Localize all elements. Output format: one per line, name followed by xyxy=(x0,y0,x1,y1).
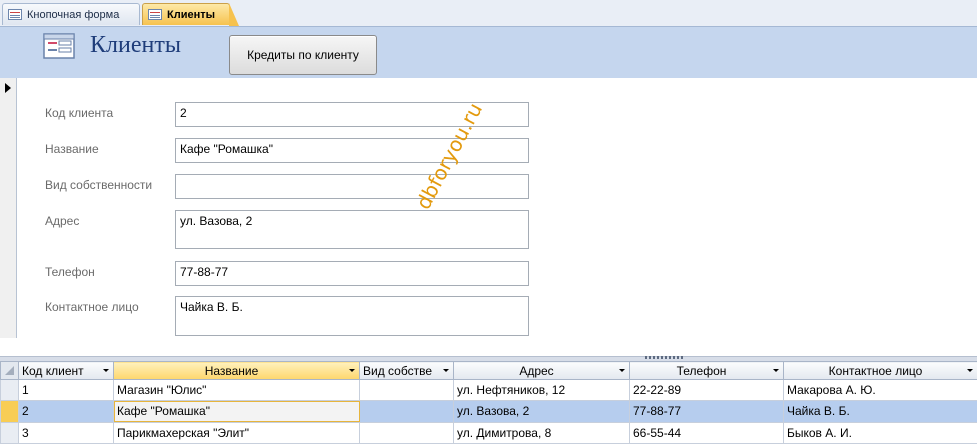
document-tab-strip: Кнопочная форма Клиенты xyxy=(0,0,977,27)
ownership-label: Вид собственности xyxy=(45,178,153,192)
tab-label: Кнопочная форма xyxy=(27,8,120,21)
form-icon xyxy=(8,9,22,20)
ownership-field[interactable] xyxy=(175,174,529,199)
table-cell[interactable]: 77-88-77 xyxy=(629,400,784,423)
column-header-contact[interactable]: Контактное лицо xyxy=(783,361,977,380)
tab-switchboard[interactable]: Кнопочная форма xyxy=(2,3,140,25)
table-cell[interactable] xyxy=(359,378,454,402)
table-cell[interactable]: 2 xyxy=(18,400,114,423)
column-header-address[interactable]: Адрес xyxy=(453,361,630,380)
table-cell[interactable]: 3 xyxy=(18,421,114,444)
tab-label: Клиенты xyxy=(167,8,216,21)
record-selector[interactable] xyxy=(0,78,17,338)
name-label: Название xyxy=(45,142,99,156)
select-all-corner[interactable] xyxy=(0,361,19,380)
table-cell[interactable]: Макарова А. Ю. xyxy=(783,378,977,402)
contact-field[interactable]: Чайка В. Б. xyxy=(175,296,529,336)
column-dropdown-icon[interactable] xyxy=(967,369,973,372)
client-code-label: Код клиента xyxy=(45,106,114,120)
row-selector[interactable] xyxy=(0,378,19,402)
column-header-client-code[interactable]: Код клиент xyxy=(18,361,114,380)
form-detail: Код клиента 2 Название Кафе "Ромашка" Ви… xyxy=(17,78,977,338)
row-selector[interactable] xyxy=(0,400,19,423)
name-field[interactable]: Кафе "Ромашка" xyxy=(175,138,529,163)
table-cell[interactable]: 22-22-89 xyxy=(629,378,784,402)
column-dropdown-icon[interactable] xyxy=(349,369,355,372)
table-cell[interactable]: Парикмахерская "Элит" xyxy=(113,421,360,444)
current-record-arrow-icon xyxy=(5,83,11,93)
table-cell[interactable]: 1 xyxy=(18,378,114,402)
form-icon xyxy=(148,9,162,20)
table-cell[interactable]: ул. Димитрова, 8 xyxy=(453,421,630,444)
phone-label: Телефон xyxy=(45,265,95,279)
table-cell[interactable]: 66-55-44 xyxy=(629,421,784,444)
table-row[interactable]: 3 Парикмахерская "Элит" ул. Димитрова, 8… xyxy=(0,421,977,444)
tab-clients[interactable]: Клиенты xyxy=(142,3,239,26)
table-cell[interactable]: Магазин "Юлис" xyxy=(113,378,360,402)
column-header-phone[interactable]: Телефон xyxy=(629,361,784,380)
table-cell[interactable] xyxy=(359,400,454,423)
table-row[interactable]: 1 Магазин "Юлис" ул. Нефтяников, 12 22-2… xyxy=(0,378,977,402)
form-title: Клиенты xyxy=(90,32,181,58)
table-cell[interactable] xyxy=(359,421,454,444)
client-credits-button[interactable]: Кредиты по клиенту xyxy=(229,35,377,75)
address-label: Адрес xyxy=(45,214,80,228)
table-cell[interactable]: ул. Вазова, 2 xyxy=(453,400,630,423)
column-dropdown-icon[interactable] xyxy=(443,369,449,372)
phone-field[interactable]: 77-88-77 xyxy=(175,261,529,286)
row-selector[interactable] xyxy=(0,421,19,444)
table-cell[interactable]: Быков А. И. xyxy=(783,421,977,444)
table-row-current[interactable]: 2 Кафе "Ромашка" ул. Вазова, 2 77-88-77 … xyxy=(0,400,977,423)
column-dropdown-icon[interactable] xyxy=(619,369,625,372)
address-field[interactable]: ул. Вазова, 2 xyxy=(175,210,529,249)
form-header-icon xyxy=(43,33,75,59)
column-dropdown-icon[interactable] xyxy=(773,369,779,372)
contact-label: Контактное лицо xyxy=(45,300,139,314)
table-cell-active[interactable]: Кафе "Ромашка" xyxy=(113,400,360,423)
split-form-splitter[interactable] xyxy=(0,338,977,361)
table-cell[interactable]: Чайка В. Б. xyxy=(783,400,977,423)
column-header-ownership[interactable]: Вид собстве xyxy=(359,361,454,380)
form-header: Клиенты Кредиты по клиенту xyxy=(0,27,977,78)
clients-datasheet: Код клиент Название Вид собстве Адрес Те… xyxy=(0,361,977,444)
table-cell[interactable]: ул. Нефтяников, 12 xyxy=(453,378,630,402)
splitter-grip-icon[interactable] xyxy=(645,356,685,359)
column-header-name[interactable]: Название xyxy=(113,361,360,380)
column-dropdown-icon[interactable] xyxy=(103,369,109,372)
